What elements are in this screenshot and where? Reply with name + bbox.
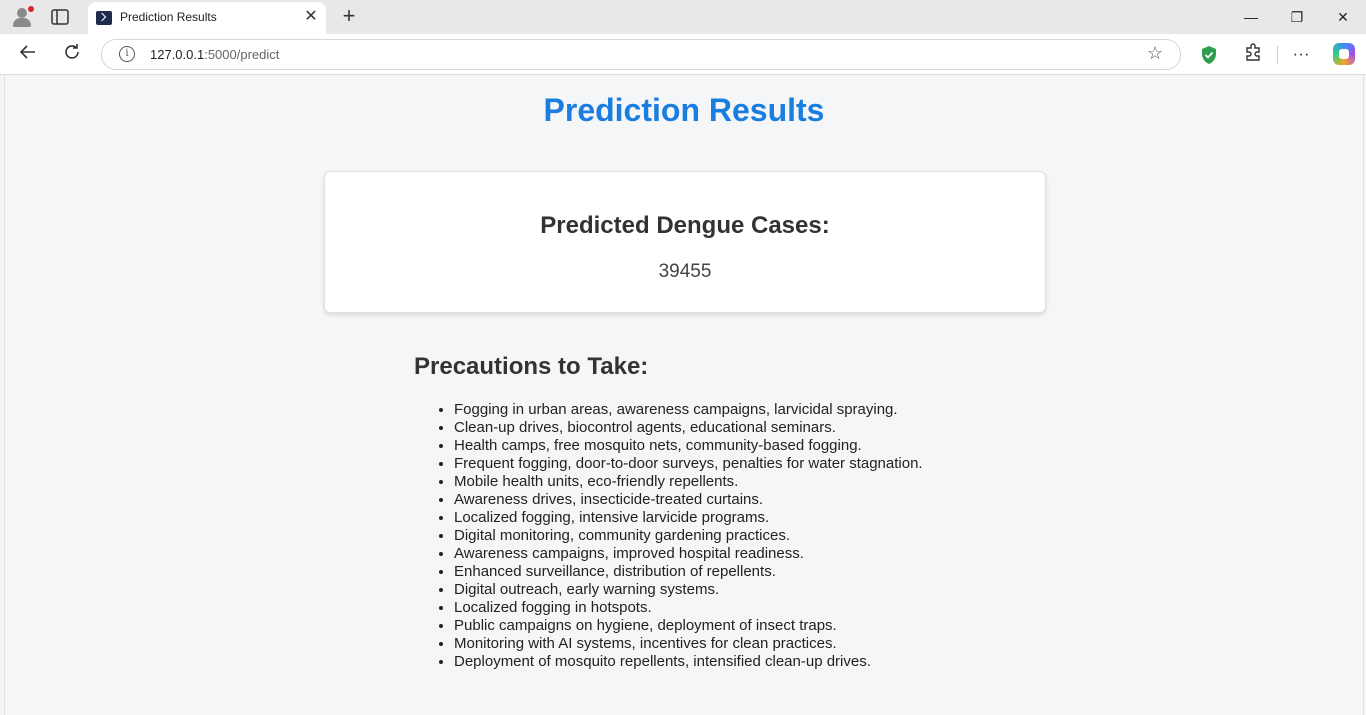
new-tab-icon[interactable]: + bbox=[338, 4, 360, 28]
address-bar[interactable]: i 127.0.0.1:5000/predict ☆ bbox=[101, 39, 1181, 70]
favorite-star-icon[interactable]: ☆ bbox=[1147, 43, 1163, 64]
restore-icon[interactable]: ❐ bbox=[1284, 6, 1310, 28]
predicted-cases-label: Predicted Dengue Cases: bbox=[540, 212, 830, 239]
list-item: Public campaigns on hygiene, deployment … bbox=[454, 617, 923, 635]
tab-title: Prediction Results bbox=[120, 10, 217, 24]
more-options-icon[interactable]: ··· bbox=[1289, 42, 1313, 66]
list-item: Awareness campaigns, improved hospital r… bbox=[454, 545, 923, 563]
toolbar-divider bbox=[1277, 46, 1278, 64]
back-arrow-icon[interactable] bbox=[16, 42, 40, 66]
list-item: Frequent fogging, door-to-door surveys, … bbox=[454, 455, 923, 473]
extensions-puzzle-icon[interactable] bbox=[1241, 42, 1265, 66]
url-text: 127.0.0.1:5000/predict bbox=[150, 47, 279, 62]
list-item: Deployment of mosquito repellents, inten… bbox=[454, 653, 923, 671]
list-item: Localized fogging, intensive larvicide p… bbox=[454, 509, 923, 527]
list-item: Awareness drives, insecticide-treated cu… bbox=[454, 491, 923, 509]
url-host: 127.0.0.1 bbox=[150, 47, 205, 62]
page-title: Prediction Results bbox=[543, 92, 825, 128]
reload-icon[interactable] bbox=[60, 42, 84, 66]
browser-tab-bar: Prediction Results ✕ + — ❐ ✕ bbox=[0, 0, 1366, 34]
list-item: Digital monitoring, community gardening … bbox=[454, 527, 923, 545]
predicted-cases-value: 39455 bbox=[658, 261, 712, 282]
list-item: Fogging in urban areas, awareness campai… bbox=[454, 401, 923, 419]
page-viewport: Prediction Results Predicted Dengue Case… bbox=[4, 75, 1364, 715]
terminal-favicon-icon bbox=[96, 11, 112, 25]
site-info-icon[interactable]: i bbox=[119, 46, 135, 62]
prediction-result-card: Predicted Dengue Cases: 39455 bbox=[324, 171, 1046, 313]
shield-extension-icon[interactable] bbox=[1200, 45, 1218, 65]
browser-toolbar: i 127.0.0.1:5000/predict ☆ ··· bbox=[0, 34, 1366, 75]
close-window-icon[interactable]: ✕ bbox=[1330, 6, 1356, 28]
list-item: Enhanced surveillance, distribution of r… bbox=[454, 563, 923, 581]
list-item: Mobile health units, eco-friendly repell… bbox=[454, 473, 923, 491]
list-item: Digital outreach, early warning systems. bbox=[454, 581, 923, 599]
precautions-heading: Precautions to Take: bbox=[414, 353, 649, 380]
active-tab[interactable]: Prediction Results ✕ bbox=[88, 2, 326, 34]
list-item: Localized fogging in hotspots. bbox=[454, 599, 923, 617]
tab-actions-icon[interactable] bbox=[50, 8, 70, 26]
list-item: Health camps, free mosquito nets, commun… bbox=[454, 437, 923, 455]
close-tab-icon[interactable]: ✕ bbox=[302, 8, 320, 26]
copilot-icon[interactable] bbox=[1333, 43, 1355, 65]
minimize-icon[interactable]: — bbox=[1238, 6, 1264, 28]
precautions-list: Fogging in urban areas, awareness campai… bbox=[414, 401, 923, 671]
profile-avatar-icon[interactable] bbox=[10, 5, 34, 29]
list-item: Clean-up drives, biocontrol agents, educ… bbox=[454, 419, 923, 437]
list-item: Monitoring with AI systems, incentives f… bbox=[454, 635, 923, 653]
url-path: :5000/predict bbox=[204, 47, 280, 62]
